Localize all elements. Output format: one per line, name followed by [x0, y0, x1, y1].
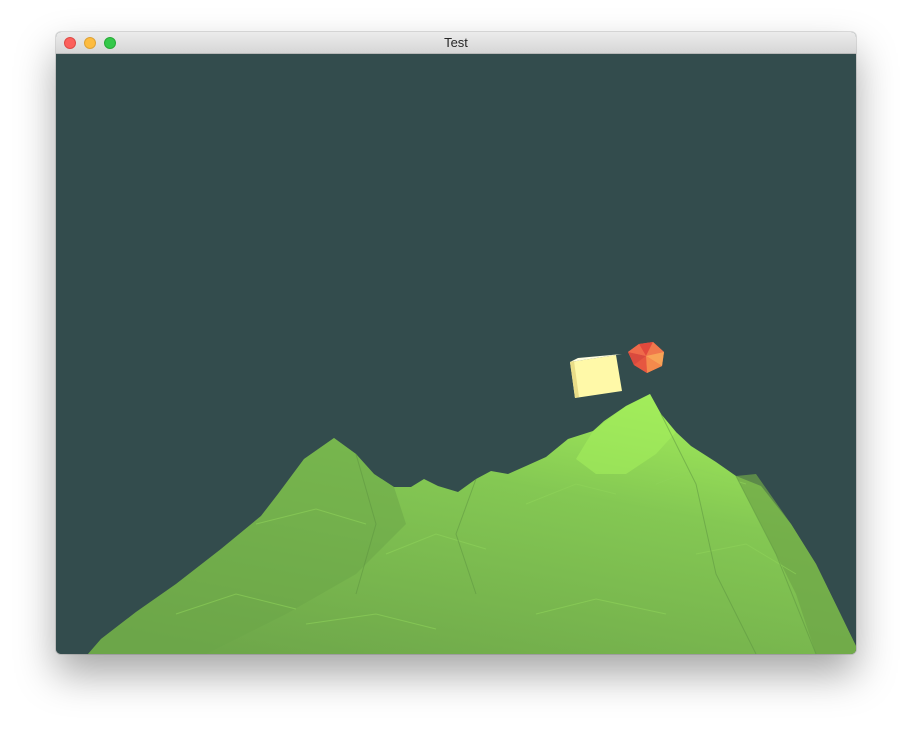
scene-canvas [56, 54, 856, 654]
window-title: Test [444, 35, 468, 50]
cube-object [570, 354, 622, 398]
app-window: Test [56, 32, 856, 654]
render-viewport[interactable] [56, 54, 856, 654]
title-bar[interactable]: Test [56, 32, 856, 54]
